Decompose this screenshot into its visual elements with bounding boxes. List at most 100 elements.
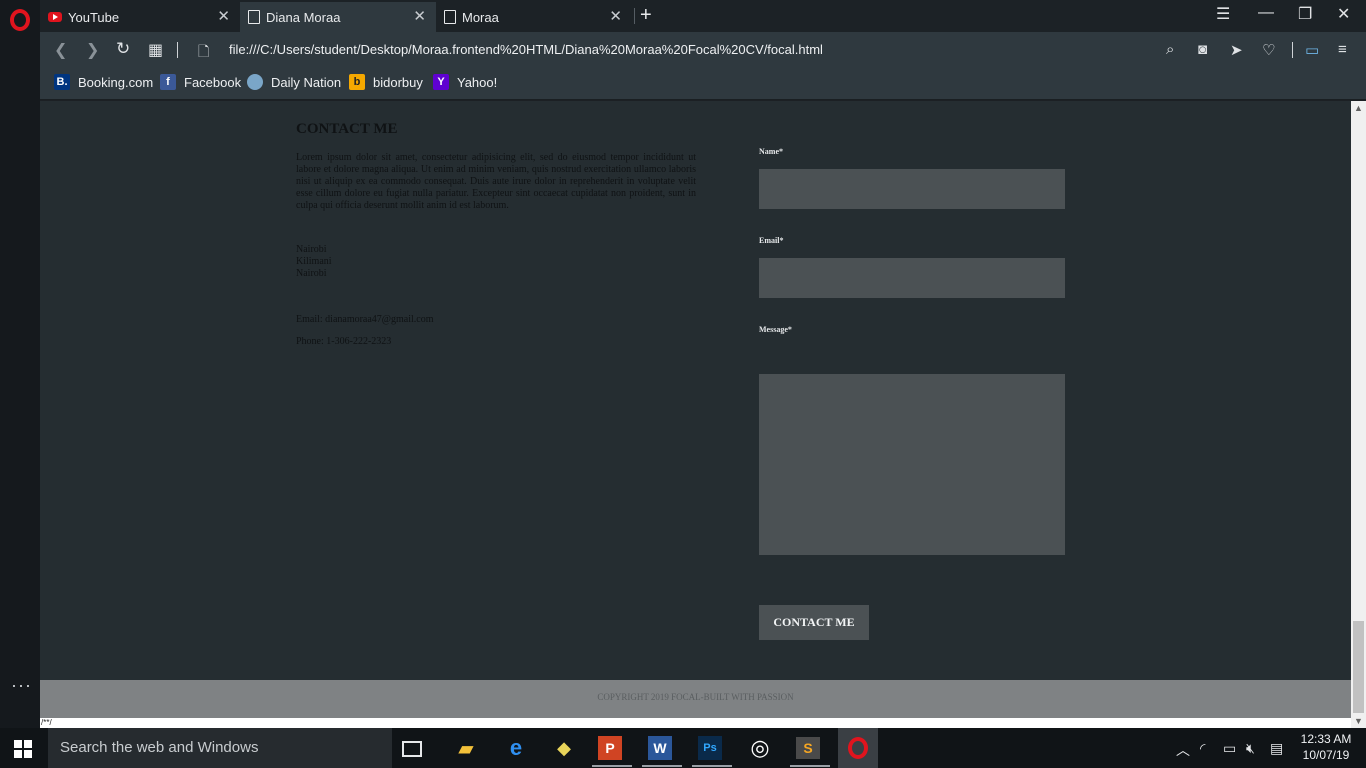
scroll-down-icon[interactable]: ▼ — [1354, 716, 1363, 726]
message-field[interactable] — [759, 374, 1065, 555]
file-icon — [248, 10, 260, 24]
bookmark-label: bidorbuy — [373, 74, 423, 90]
email-field[interactable] — [759, 258, 1065, 298]
bookmark-label: Booking.com — [78, 74, 154, 90]
globe-icon — [247, 74, 263, 90]
restore-button[interactable]: ❐ — [1298, 4, 1312, 24]
bookmark-label: Yahoo! — [457, 74, 498, 90]
wifi-icon[interactable]: ◜ — [1200, 740, 1205, 757]
heart-icon[interactable]: ♡ — [1262, 41, 1275, 59]
close-tab-icon[interactable]: ✕ — [609, 9, 622, 25]
more-icon[interactable]: ··· — [11, 676, 32, 694]
facebook-icon: f — [160, 74, 176, 90]
groove-music-icon[interactable]: ◎ — [746, 734, 774, 762]
bidorbuy-icon: b — [349, 74, 365, 90]
page-file-icon: 🗋 — [198, 43, 210, 59]
bookmark-bidorbuy[interactable]: b bidorbuy — [349, 74, 423, 90]
active-app-indicator — [642, 765, 682, 767]
photoshop-icon[interactable]: Ps — [698, 736, 722, 760]
contact-email: Email: dianamoraa47@gmail.com — [296, 314, 434, 325]
windows-taskbar: Search the web and Windows ▰ e ◆ P W Ps … — [0, 728, 1366, 768]
tab-moraa[interactable]: Moraa ✕ — [436, 2, 632, 32]
active-app-indicator — [790, 765, 830, 767]
bookmark-label: Facebook — [184, 74, 242, 90]
booking-icon: B. — [54, 74, 70, 90]
new-tab-button[interactable]: + — [640, 4, 652, 27]
notifications-icon[interactable]: ▤ — [1270, 740, 1283, 757]
contact-phone: Phone: 1-306-222-2323 — [296, 336, 392, 347]
edge-icon[interactable]: e — [502, 734, 530, 762]
close-window-button[interactable]: ✕ — [1337, 4, 1350, 24]
close-tab-icon[interactable]: ✕ — [413, 9, 426, 25]
page-footer: COPYRIGHT 2019 FOCAL-BUILT WITH PASSION — [40, 680, 1351, 718]
contact-title: CONTACT ME — [296, 121, 398, 137]
tray-chevron-icon[interactable]: ︿ — [1176, 740, 1190, 760]
copyright-text: COPYRIGHT 2019 FOCAL-BUILT WITH PASSION — [597, 692, 794, 702]
address-line: Kilimani — [296, 256, 332, 267]
active-app-indicator — [692, 765, 732, 767]
volume-muted-icon[interactable]: 🔇︎ — [1246, 740, 1255, 757]
youtube-icon — [48, 12, 62, 22]
tab-label: Moraa — [462, 9, 499, 25]
contact-description: Lorem ipsum dolor sit amet, consectetur … — [296, 152, 696, 211]
scroll-thumb[interactable] — [1353, 621, 1364, 713]
send-icon[interactable]: ➤ — [1230, 41, 1243, 59]
bookmark-booking[interactable]: B. Booking.com — [54, 74, 153, 90]
tab-strip: YouTube ✕ Diana Moraa ✕ Moraa ✕ + ☰ — ❐ … — [40, 0, 1366, 32]
address-line: Nairobi — [296, 268, 327, 279]
contact-submit-button[interactable]: CONTACT ME — [759, 605, 869, 640]
forward-button[interactable]: ❯ — [86, 40, 99, 60]
status-bar: /**/ — [40, 718, 1351, 728]
powerpoint-icon[interactable]: P — [598, 736, 622, 760]
addr-divider — [177, 42, 178, 58]
name-label: Name* — [759, 147, 783, 156]
file-explorer-icon[interactable]: ▰ — [452, 734, 480, 762]
snapshot-icon[interactable]: ◙ — [1198, 41, 1207, 58]
page-content: CONTACT ME Lorem ipsum dolor sit amet, c… — [40, 101, 1351, 680]
battery-icon[interactable]: ▭ — [1223, 740, 1236, 757]
maps-icon[interactable]: ◆ — [550, 734, 578, 762]
battery-saver-icon[interactable]: ▭ — [1305, 41, 1319, 59]
address-block: Nairobi Kilimani Nairobi — [296, 244, 332, 280]
bookmark-label: Daily Nation — [271, 74, 342, 90]
email-label: Email* — [759, 236, 784, 245]
bookmark-daily-nation[interactable]: Daily Nation — [247, 74, 341, 90]
yahoo-icon: Y — [433, 74, 449, 90]
tab-label: Diana Moraa — [266, 9, 341, 25]
clock-date: 10/07/19 — [1302, 748, 1350, 762]
minimize-button[interactable]: — — [1258, 4, 1274, 22]
system-clock[interactable]: 12:33 AM 10/07/19 — [1294, 731, 1358, 763]
reload-button[interactable]: ↻ — [116, 39, 130, 59]
tab-menu-icon[interactable]: ☰ — [1216, 4, 1230, 24]
address-bar: ❮ ❯ ↻ ▦ 🗋 file:///C:/Users/student/Deskt… — [40, 32, 1366, 68]
bookmarks-bar: B. Booking.com f Facebook Daily Nation b… — [40, 68, 1366, 100]
clock-time: 12:33 AM — [1300, 732, 1352, 746]
bookmark-yahoo[interactable]: Y Yahoo! — [433, 74, 497, 90]
tab-youtube[interactable]: YouTube ✕ — [40, 2, 240, 32]
close-tab-icon[interactable]: ✕ — [217, 9, 230, 25]
sublime-text-icon[interactable]: S — [796, 737, 820, 759]
opera-icon — [848, 737, 868, 759]
message-label: Message* — [759, 325, 792, 334]
back-button[interactable]: ❮ — [54, 40, 67, 60]
tab-diana-moraa[interactable]: Diana Moraa ✕ — [240, 2, 436, 32]
vertical-scrollbar[interactable]: ▲ ▼ — [1351, 101, 1366, 728]
easy-setup-icon[interactable]: ≡ — [1338, 41, 1347, 58]
speed-dial-icon[interactable]: ▦ — [148, 40, 163, 60]
word-icon[interactable]: W — [648, 736, 672, 760]
tab-label: YouTube — [68, 9, 120, 25]
tab-divider — [634, 8, 635, 24]
bookmark-facebook[interactable]: f Facebook — [160, 74, 241, 90]
addr-divider — [1292, 42, 1293, 58]
active-app-indicator — [592, 765, 632, 767]
opera-taskbar-button[interactable] — [838, 728, 878, 768]
task-view-icon[interactable] — [402, 741, 422, 757]
scroll-up-icon[interactable]: ▲ — [1354, 103, 1363, 113]
name-field[interactable] — [759, 169, 1065, 209]
search-icon[interactable]: ⌕ — [1166, 41, 1174, 58]
url-field[interactable]: file:///C:/Users/student/Desktop/Moraa.f… — [229, 42, 823, 57]
opera-logo-icon[interactable] — [10, 9, 30, 31]
taskbar-search-input[interactable]: Search the web and Windows — [48, 728, 392, 768]
file-icon — [444, 10, 456, 24]
windows-start-icon[interactable] — [14, 740, 32, 758]
